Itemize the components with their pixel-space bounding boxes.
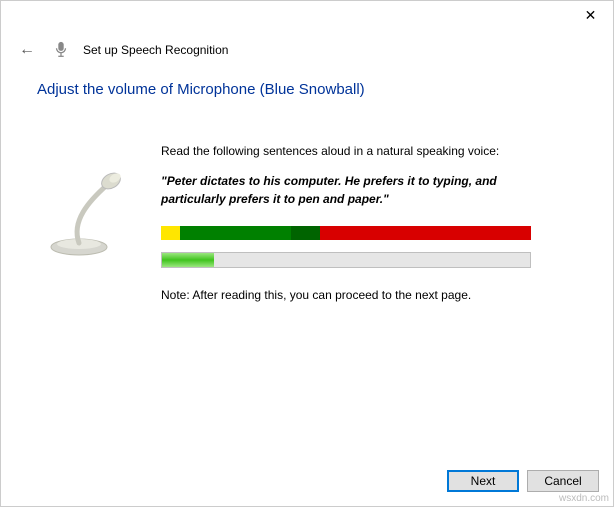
back-button[interactable]: ← bbox=[15, 39, 39, 61]
volume-scale-bar bbox=[161, 226, 531, 240]
wizard-title: Set up Speech Recognition bbox=[83, 43, 228, 57]
close-button[interactable]: ✕ bbox=[568, 1, 613, 29]
input-level-meter bbox=[161, 252, 531, 268]
watermark: wsxdn.com bbox=[559, 493, 609, 504]
microphone-icon bbox=[53, 41, 69, 59]
instructions: Read the following sentences aloud in a … bbox=[161, 120, 577, 302]
note-text: Note: After reading this, you can procee… bbox=[161, 288, 577, 302]
microphone-stand-illustration bbox=[37, 120, 137, 302]
wizard-header: ← Set up Speech Recognition bbox=[1, 31, 613, 81]
wizard-content: Adjust the volume of Microphone (Blue Sn… bbox=[1, 81, 613, 302]
close-icon: ✕ bbox=[585, 7, 597, 24]
sample-sentence: "Peter dictates to his computer. He pref… bbox=[161, 172, 556, 208]
button-row: Next Cancel bbox=[447, 470, 599, 492]
volume-zone-darkgreen bbox=[291, 226, 321, 240]
page-heading: Adjust the volume of Microphone (Blue Sn… bbox=[37, 81, 577, 98]
next-button[interactable]: Next bbox=[447, 470, 519, 492]
volume-zone-green bbox=[180, 226, 291, 240]
body-row: Read the following sentences aloud in a … bbox=[37, 120, 577, 302]
input-level-fill bbox=[162, 253, 214, 267]
cancel-button[interactable]: Cancel bbox=[527, 470, 599, 492]
instruction-text: Read the following sentences aloud in a … bbox=[161, 144, 577, 158]
titlebar: ✕ bbox=[1, 1, 613, 31]
volume-zone-red bbox=[320, 226, 531, 240]
volume-zone-yellow bbox=[161, 226, 180, 240]
